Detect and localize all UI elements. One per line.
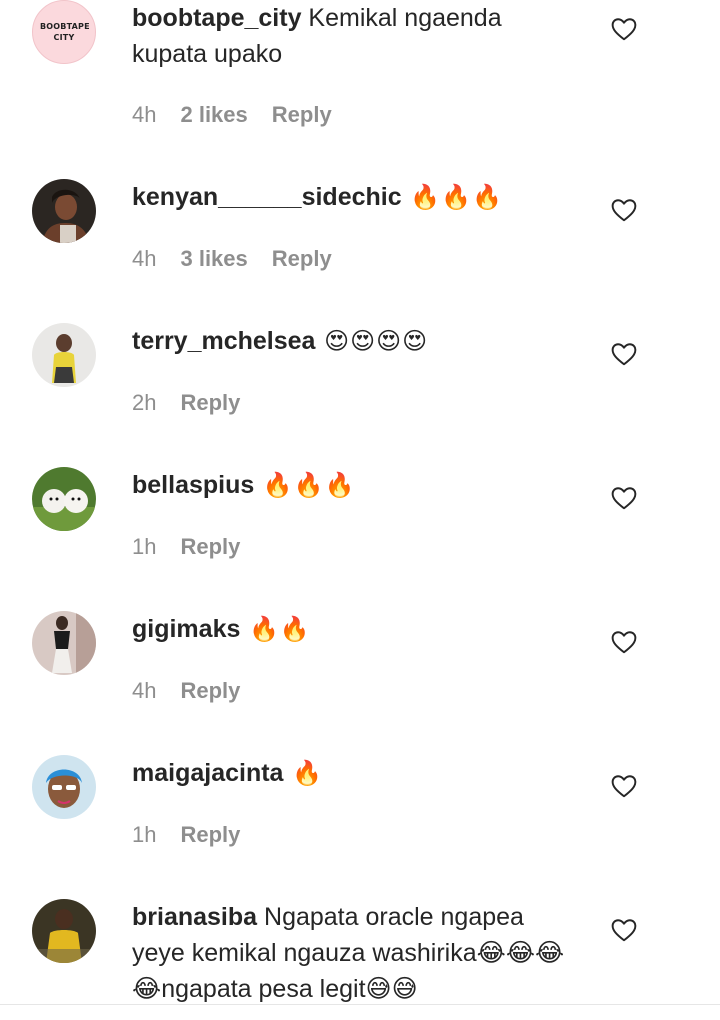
comment-likes[interactable]: 3 likes: [180, 245, 247, 273]
avatar[interactable]: [32, 179, 96, 243]
avatar[interactable]: [32, 467, 96, 531]
heart-outline-icon[interactable]: [611, 198, 637, 222]
comment-time: 1h: [132, 534, 157, 559]
heart-outline-icon[interactable]: [611, 630, 637, 654]
comment-username[interactable]: terry_mchelsea: [132, 327, 315, 355]
reply-button[interactable]: Reply: [272, 101, 332, 129]
heart-outline-icon[interactable]: [611, 342, 637, 366]
avatar[interactable]: [32, 323, 96, 387]
heart-outline-icon[interactable]: [611, 918, 637, 942]
avatar[interactable]: [32, 755, 96, 819]
reply-button[interactable]: Reply: [180, 533, 240, 561]
comment-username[interactable]: gigimaks: [132, 615, 240, 643]
comment-time: 4h: [132, 102, 157, 127]
comment-body: kenyan______sidechic 🔥🔥🔥: [132, 179, 572, 215]
comment-emoji: 🔥: [283, 759, 323, 787]
comment-time: 2h: [132, 390, 157, 415]
comment-username[interactable]: maigajacinta: [132, 759, 283, 787]
reply-button[interactable]: Reply: [180, 677, 240, 705]
comment-likes[interactable]: 2 likes: [180, 101, 247, 129]
comment-meta: 1h Reply: [132, 533, 240, 561]
reply-button[interactable]: Reply: [180, 389, 240, 417]
comment-body: terry_mchelsea 😍😍😍😍: [132, 323, 572, 359]
comment-emoji: 🔥🔥🔥: [401, 183, 503, 211]
avatar[interactable]: [32, 611, 96, 675]
comment-username[interactable]: boobtape_city: [132, 4, 301, 32]
heart-outline-icon[interactable]: [611, 486, 637, 510]
comment-username[interactable]: kenyan______sidechic: [132, 183, 402, 211]
bottom-divider: [0, 1004, 720, 1020]
comment-body: boobtape_city Kemikal ngaenda kupata upa…: [132, 0, 572, 72]
comment-meta: 4h 3 likes Reply: [132, 245, 332, 273]
comment-time: 4h: [132, 246, 157, 271]
comment-time: 4h: [132, 678, 157, 703]
reply-button[interactable]: Reply: [180, 821, 240, 849]
comment-username[interactable]: bellaspius: [132, 471, 254, 499]
heart-outline-icon[interactable]: [611, 17, 637, 41]
comment-body: brianasiba Ngapata oracle ngapea yeye ke…: [132, 899, 572, 1007]
comment-meta: 4h Reply: [132, 677, 240, 705]
avatar[interactable]: [32, 899, 96, 963]
heart-outline-icon[interactable]: [611, 774, 637, 798]
comment-emoji: 😍😍😍😍: [315, 327, 429, 355]
reply-button[interactable]: Reply: [272, 245, 332, 273]
comment-time: 1h: [132, 822, 157, 847]
avatar-logo-text: BOOBTAPE CITY: [40, 22, 90, 42]
avatar[interactable]: BOOBTAPE CITY: [32, 0, 96, 64]
comment-username[interactable]: brianasiba: [132, 903, 257, 931]
comment-emoji: 🔥🔥🔥: [254, 471, 356, 499]
comment-emoji: 🔥🔥: [240, 615, 311, 643]
comment-meta: 1h Reply: [132, 821, 240, 849]
comment-meta: 2h Reply: [132, 389, 240, 417]
comment-body: maigajacinta 🔥: [132, 755, 572, 791]
comment-body: bellaspius 🔥🔥🔥: [132, 467, 572, 503]
comment-meta: 4h 2 likes Reply: [132, 101, 332, 129]
comment-body: gigimaks 🔥🔥: [132, 611, 572, 647]
